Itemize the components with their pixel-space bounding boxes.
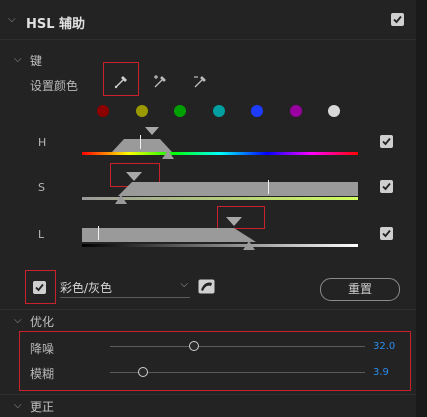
chevron-down-icon[interactable]: ⌵ (14, 400, 22, 411)
mode-dropdown[interactable]: 彩色/灰色 ⌵ (60, 279, 190, 298)
panel-title: HSL 辅助 (26, 17, 86, 32)
hue-enable-checkbox[interactable] (380, 135, 393, 148)
blur-value[interactable]: 3.9 (373, 367, 389, 378)
hue-range-shape (112, 137, 172, 152)
eyedropper-icon[interactable] (113, 74, 129, 94)
color-swatch-green[interactable] (174, 105, 186, 117)
saturation-label: S (38, 181, 45, 194)
denoise-label: 降噪 (30, 342, 55, 356)
eyedropper-subtract-icon[interactable] (192, 74, 208, 94)
hue-range-top-handle[interactable] (145, 127, 159, 135)
color-swatch-white[interactable] (328, 105, 340, 117)
header-divider (0, 39, 416, 40)
denoise-slider-track[interactable] (110, 346, 365, 347)
luminance-range-top-handle[interactable] (226, 217, 242, 226)
saturation-enable-checkbox[interactable] (380, 180, 393, 193)
luminance-range-bottom-handle[interactable] (243, 241, 255, 250)
section-correction-title: 更正 (30, 400, 55, 414)
luminance-label: L (38, 228, 45, 241)
blur-slider-track[interactable] (110, 372, 365, 373)
luminance-center-marker (98, 226, 99, 240)
chevron-down-icon[interactable]: ⌵ (14, 315, 22, 326)
color-swatch-cyan[interactable] (212, 105, 225, 117)
saturation-center-marker (268, 180, 269, 194)
eyedropper-add-icon[interactable] (152, 74, 168, 94)
reset-button[interactable]: 重置 (320, 278, 400, 301)
panel-right-border (416, 0, 427, 417)
saturation-range-shape (118, 181, 358, 196)
color-swatch-blue[interactable] (251, 105, 263, 117)
chevron-down-icon[interactable]: ⌵ (14, 54, 22, 65)
divider (0, 394, 416, 395)
denoise-value[interactable]: 32.0 (373, 341, 395, 352)
hue-spectrum-bar[interactable] (82, 152, 358, 155)
luminance-gradient-bar[interactable] (82, 244, 358, 247)
set-color-label: 设置颜色 (30, 79, 79, 93)
hue-center-marker (140, 135, 141, 149)
blur-label: 模糊 (30, 367, 55, 381)
panel-enable-checkbox[interactable] (391, 13, 404, 26)
luminance-range-shape (82, 227, 256, 242)
color-swatch-red[interactable] (97, 105, 109, 117)
highlight-box (19, 331, 411, 391)
hue-label: H (38, 136, 47, 149)
color-gray-checkbox[interactable] (33, 281, 46, 294)
section-refine-title: 优化 (30, 315, 55, 329)
color-swatch-magenta[interactable] (289, 105, 302, 117)
mode-dropdown-value: 彩色/灰色 (60, 281, 113, 295)
chevron-down-icon[interactable]: ⌵ (8, 14, 16, 25)
toggle-mask-icon[interactable] (198, 279, 215, 298)
color-swatch-yellow[interactable] (135, 105, 148, 117)
saturation-range-bottom-handle[interactable] (115, 195, 127, 204)
chevron-down-icon: ⌵ (180, 279, 188, 290)
hue-range-bottom-handle[interactable] (162, 150, 174, 159)
saturation-range-top-handle[interactable] (126, 172, 142, 181)
luminance-enable-checkbox[interactable] (380, 227, 393, 240)
divider (0, 309, 416, 310)
section-key-title: 键 (30, 54, 43, 68)
